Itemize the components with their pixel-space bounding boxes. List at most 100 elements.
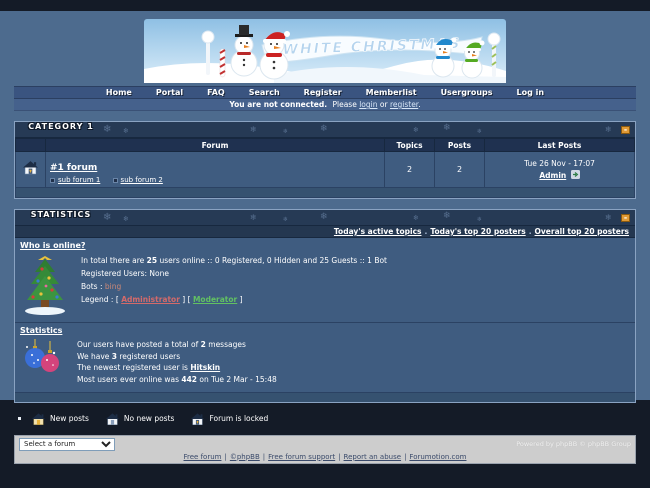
col-header-lastposts: Last Posts [485, 139, 635, 152]
last-post-user-link[interactable]: Admin [539, 171, 566, 180]
snowflake-icon: ❄ [283, 216, 288, 223]
connection-status-bar: You are not connected. Please login or r… [14, 99, 636, 111]
login-link[interactable]: login [359, 100, 377, 109]
subforum-bullet-icon [113, 178, 118, 183]
register-link[interactable]: register [390, 100, 418, 109]
total-messages-line: Our users have posted a total of 2 messa… [77, 339, 277, 351]
nav-search[interactable]: Search [249, 88, 280, 97]
newest-user-link[interactable]: Hitskin [190, 363, 220, 372]
statistics-links-bar: Today's active topics.Today's top 20 pos… [15, 226, 635, 238]
registered-count-line: We have 3 registered users [77, 351, 277, 363]
nav-login[interactable]: Log in [517, 88, 545, 97]
subforum-link-1[interactable]: sub forum 1 [58, 176, 100, 184]
statistics-row: Our users have posted a total of 2 messa… [15, 336, 635, 392]
nav-memberlist[interactable]: Memberlist [366, 88, 417, 97]
page-background: WHITE CHRISTMAS [0, 11, 650, 400]
administrator-legend-link[interactable]: Administrator [121, 295, 180, 304]
snowflake-icon: ❄ [443, 211, 451, 221]
newest-user-line: The newest registered user is Hitskin [77, 362, 277, 374]
legend-line: Legend : [ Administrator ] [ Moderator ] [81, 293, 387, 306]
online-count: 25 [147, 256, 157, 265]
connection-status: You are not connected. [229, 100, 327, 109]
category-title[interactable]: Category 1 [27, 123, 95, 130]
nav-bar: Home Portal FAQ Search Register Memberli… [14, 86, 636, 99]
locked-house-icon [22, 160, 39, 175]
snowflake-icon: ❄ [443, 123, 451, 133]
nav-home[interactable]: Home [106, 88, 132, 97]
snowflake-icon: ❄ [250, 125, 257, 134]
snowflake-icon: ❄ [103, 212, 111, 223]
last-post-date: Tue 26 Nov - 17:07 [485, 158, 634, 169]
statistics-sub-link[interactable]: Statistics [20, 326, 62, 335]
nav-portal[interactable]: Portal [156, 88, 183, 97]
todays-active-topics-link[interactable]: Today's active topics [334, 227, 422, 236]
registered-users-line: Registered Users: None [81, 267, 387, 280]
subforum-list: sub forum 1 sub forum 2 [50, 176, 380, 184]
collapse-category-button[interactable]: - [621, 126, 630, 134]
footer-bar: Select a forum Powered by phpBB © phpBB … [14, 435, 636, 464]
most-online-line: Most users ever online was 442 on Tue 2 … [77, 374, 277, 386]
snowflake-icon: ❄ [320, 212, 328, 222]
christmas-tree-image [21, 254, 69, 316]
forum-link[interactable]: #1 forum [50, 163, 97, 173]
snowflake-icon: ❄ [605, 125, 612, 134]
forum-status-icon-cell [16, 152, 46, 188]
most-online-count: 442 [181, 375, 197, 384]
subforum-link-2[interactable]: sub forum 2 [121, 176, 163, 184]
nav-usergroups[interactable]: Usergroups [441, 88, 493, 97]
subforum-bullet-icon [50, 178, 55, 183]
connection-please: Please [332, 100, 356, 109]
legend-forum-locked-label: Forum is locked [209, 414, 268, 423]
col-header-posts: Posts [435, 139, 485, 152]
phpbb-link[interactable]: ©phpBB [230, 453, 260, 461]
posts-count: 2 [435, 152, 485, 188]
snowflake-icon: ❄ [123, 215, 129, 223]
overall-top-posters-link[interactable]: Overall top 20 posters [535, 227, 629, 236]
todays-top-posters-link[interactable]: Today's top 20 posters [430, 227, 525, 236]
view-latest-post-icon[interactable] [571, 170, 580, 179]
snowflake-icon: ❄ [413, 214, 419, 222]
report-abuse-link[interactable]: Report an abuse [344, 453, 402, 461]
snowflake-icon: ❄ [477, 128, 482, 135]
statistics-title: Statistics [27, 211, 95, 218]
collapse-statistics-button[interactable]: - [621, 214, 630, 222]
snowflake-icon: ❄ [477, 216, 482, 223]
footer-links: Free forum|©phpBB|Free forum support|Rep… [19, 453, 631, 461]
category-header: ❄ ❄ ❄ ❄ ❄ ❄ ❄ ❄ ❄ Category 1 - [15, 122, 635, 138]
bot-name: bing [105, 282, 121, 291]
registered-users-count: 3 [112, 352, 117, 361]
moderator-legend-link[interactable]: Moderator [193, 295, 237, 304]
bullet-icon [18, 417, 21, 420]
col-header-forum: Forum [46, 139, 385, 152]
statistics-section: ❄ ❄ ❄ ❄ ❄ ❄ ❄ ❄ ❄ Statistics - Today's a… [14, 209, 636, 403]
bots-line: Bots : bing [81, 280, 387, 293]
statistics-header: ❄ ❄ ❄ ❄ ❄ ❄ ❄ ❄ ❄ Statistics - [15, 210, 635, 226]
free-forum-link[interactable]: Free forum [184, 453, 222, 461]
posts-legend: New posts No new posts Forum is locked [18, 412, 636, 426]
nav-register[interactable]: Register [304, 88, 342, 97]
topics-count: 2 [385, 152, 435, 188]
nav-faq[interactable]: FAQ [207, 88, 225, 97]
who-is-online-row: In total there are 25 users online :: 0 … [15, 251, 635, 322]
forumotion-link[interactable]: Forumotion.com [409, 453, 466, 461]
online-total-line: In total there are 25 users online :: 0 … [81, 254, 387, 267]
section-bottom-spacer [15, 392, 635, 402]
snowflake-icon: ❄ [605, 213, 612, 222]
snowflake-icon: ❄ [283, 128, 288, 135]
christmas-baubles-image [21, 339, 63, 375]
legend-new-posts-label: New posts [50, 414, 89, 423]
forum-jump-select[interactable]: Select a forum [19, 438, 115, 451]
snowflake-icon: ❄ [320, 124, 328, 134]
who-is-online-link[interactable]: Who is online? [20, 241, 86, 250]
forum-support-link[interactable]: Free forum support [268, 453, 335, 461]
snowflake-icon: ❄ [123, 127, 129, 135]
snowflake-icon: ❄ [250, 213, 257, 222]
legend-no-new-posts-label: No new posts [124, 414, 175, 423]
forum-locked-house-icon [190, 412, 205, 426]
snowflake-icon: ❄ [413, 126, 419, 134]
new-posts-house-icon [31, 412, 46, 426]
banner-image: WHITE CHRISTMAS [144, 19, 506, 83]
category-section: ❄ ❄ ❄ ❄ ❄ ❄ ❄ ❄ ❄ Category 1 - Forum Top… [14, 121, 636, 199]
table-footer-spacer [16, 188, 635, 198]
powered-by-text: Powered by phpBB © phpBB Group [516, 440, 631, 448]
